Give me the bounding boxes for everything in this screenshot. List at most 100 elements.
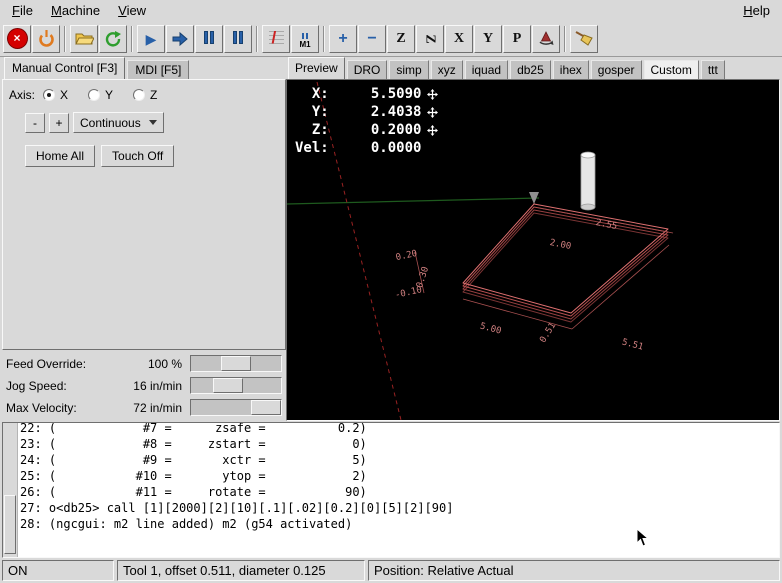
menu-help[interactable]: Help xyxy=(734,1,779,20)
open-file-button[interactable] xyxy=(70,25,98,53)
slider-handle[interactable] xyxy=(251,400,281,415)
block-delete-icon: / xyxy=(269,31,284,46)
manual-control-frame: Axis: X Y Z - + Continuous xyxy=(2,79,286,350)
preview-panel: Preview DRO simp xyz iquad db25 ihex gos… xyxy=(286,57,782,421)
tab-gosper[interactable]: gosper xyxy=(591,60,642,79)
gcode-line[interactable]: 27: o<db25> call [1][2000][2][10][.1][.0… xyxy=(20,500,777,516)
radio-icon xyxy=(43,89,55,101)
gcode-line[interactable]: 25: ( #10 = ytop = 2) xyxy=(20,468,777,484)
tab-simp[interactable]: simp xyxy=(389,60,428,79)
block-delete-button[interactable]: / xyxy=(262,25,290,53)
machine-state-status: ON xyxy=(2,560,114,581)
gcode-line[interactable]: 26: ( #11 = rotate = 90) xyxy=(20,484,777,500)
feed-override-value: 100 % xyxy=(120,357,182,371)
zoom-in-button[interactable]: + xyxy=(329,25,357,53)
dimension-label: 5.00 xyxy=(479,321,503,336)
view-y-icon: Y xyxy=(483,31,493,47)
tab-manual-control[interactable]: Manual Control [F3] xyxy=(4,57,125,79)
gcode-listing[interactable]: 22: ( #7 = zsafe = 0.2) 23: ( #8 = zstar… xyxy=(2,422,780,558)
axis-x-radio[interactable]: X xyxy=(43,88,68,102)
feed-override-label: Feed Override: xyxy=(6,357,120,371)
max-velocity-slider[interactable] xyxy=(190,399,282,416)
position-mode-status: Position: Relative Actual xyxy=(368,560,780,581)
view-perspective-button[interactable]: P xyxy=(503,25,531,53)
homed-icon xyxy=(427,125,438,136)
tab-ttt[interactable]: ttt xyxy=(701,60,725,79)
zoom-out-button[interactable]: − xyxy=(358,25,386,53)
control-tabs: Manual Control [F3] MDI [F5] xyxy=(2,57,286,79)
dro-x: X: 5.5090 xyxy=(295,85,421,103)
homed-icon xyxy=(427,89,438,100)
tool-info-status: Tool 1, offset 0.511, diameter 0.125 xyxy=(117,560,365,581)
optional-stop-button[interactable]: M1 xyxy=(291,25,319,53)
tab-iquad[interactable]: iquad xyxy=(465,60,508,79)
rotate-view-button[interactable] xyxy=(532,25,560,53)
gcode-line[interactable]: 23: ( #8 = zstart = 0) xyxy=(20,436,777,452)
touch-off-button[interactable]: Touch Off xyxy=(101,145,174,167)
machine-power-button[interactable] xyxy=(32,25,60,53)
step-button[interactable] xyxy=(166,25,194,53)
gcode-scrollbar[interactable] xyxy=(3,423,18,557)
dimension-label: 0.20 xyxy=(395,249,418,263)
jog-mode-value: Continuous xyxy=(80,116,141,130)
slider-section: Feed Override: 100 % Jog Speed: 16 in/mi… xyxy=(2,350,286,421)
tab-custom[interactable]: Custom xyxy=(644,60,699,79)
stop-button[interactable] xyxy=(224,25,252,53)
pause-button[interactable] xyxy=(195,25,223,53)
dimension-label: 2.00 xyxy=(549,238,572,252)
max-velocity-value: 72 in/min xyxy=(120,401,182,415)
tab-xyz[interactable]: xyz xyxy=(431,60,463,79)
axis-z-label: Z xyxy=(150,88,157,102)
menu-file[interactable]: File xyxy=(3,1,42,20)
preview-canvas[interactable]: 2.55 2.00 0.20 0.30 -0.10 5.00 0.51 5.51… xyxy=(286,79,780,421)
jog-plus-button[interactable]: + xyxy=(49,113,69,133)
homed-icon xyxy=(427,107,438,118)
toolbar-separator xyxy=(564,26,566,52)
gcode-line[interactable]: 22: ( #7 = zsafe = 0.2) xyxy=(20,422,777,436)
jog-minus-button[interactable]: - xyxy=(25,113,45,133)
gcode-line[interactable]: 24: ( #9 = xctr = 5) xyxy=(20,452,777,468)
view-z-rotated-button[interactable]: Z xyxy=(416,25,444,53)
run-program-button[interactable]: ▶ xyxy=(137,25,165,53)
open-folder-icon xyxy=(75,31,94,46)
dro-readout: X: 5.5090 Y: 2.4038 Z: 0.2000 Vel: 0.000… xyxy=(295,85,438,157)
preview-tabs: Preview DRO simp xyz iquad db25 ihex gos… xyxy=(286,57,780,79)
clear-plot-button[interactable] xyxy=(570,25,598,53)
jog-mode-select[interactable]: Continuous xyxy=(73,112,164,133)
view-z-button[interactable]: Z xyxy=(387,25,415,53)
axis-z-radio[interactable]: Z xyxy=(133,88,157,102)
reload-file-button[interactable] xyxy=(99,25,127,53)
dimension-lines xyxy=(415,208,673,329)
slider-handle[interactable] xyxy=(213,378,243,393)
axis-y-label: Y xyxy=(105,88,113,102)
jog-speed-value: 16 in/min xyxy=(120,379,182,393)
jog-speed-slider[interactable] xyxy=(190,377,282,394)
estop-icon: × xyxy=(8,29,27,48)
tab-ihex[interactable]: ihex xyxy=(553,60,589,79)
tool-cylinder xyxy=(581,152,595,210)
view-x-button[interactable]: X xyxy=(445,25,473,53)
menu-view[interactable]: View xyxy=(109,1,155,20)
menu-machine[interactable]: Machine xyxy=(42,1,109,20)
tab-preview[interactable]: Preview xyxy=(288,57,345,79)
feed-override-slider[interactable] xyxy=(190,355,282,372)
run-icon: ▶ xyxy=(146,32,157,46)
dimension-label: 0.51 xyxy=(538,321,558,345)
tab-dro[interactable]: DRO xyxy=(347,60,388,79)
axis-x-label: X xyxy=(60,88,68,102)
home-all-button[interactable]: Home All xyxy=(25,145,95,167)
radio-icon xyxy=(88,89,100,101)
gcode-line[interactable]: 28: (ngcgui: m2 line added) m2 (g54 acti… xyxy=(20,516,777,532)
reload-icon xyxy=(104,30,122,48)
tab-db25[interactable]: db25 xyxy=(510,60,551,79)
slider-handle[interactable] xyxy=(221,356,251,371)
dro-y: Y: 2.4038 xyxy=(295,103,421,121)
axis-y-radio[interactable]: Y xyxy=(88,88,113,102)
tab-mdi[interactable]: MDI [F5] xyxy=(127,60,189,79)
clear-plot-broom-icon xyxy=(574,30,594,47)
gcode-scrollbar-thumb[interactable] xyxy=(4,495,16,554)
dro-z: Z: 0.2000 xyxy=(295,121,421,139)
toolpath-outline xyxy=(463,192,668,322)
estop-button[interactable]: × xyxy=(3,25,31,53)
view-y-button[interactable]: Y xyxy=(474,25,502,53)
